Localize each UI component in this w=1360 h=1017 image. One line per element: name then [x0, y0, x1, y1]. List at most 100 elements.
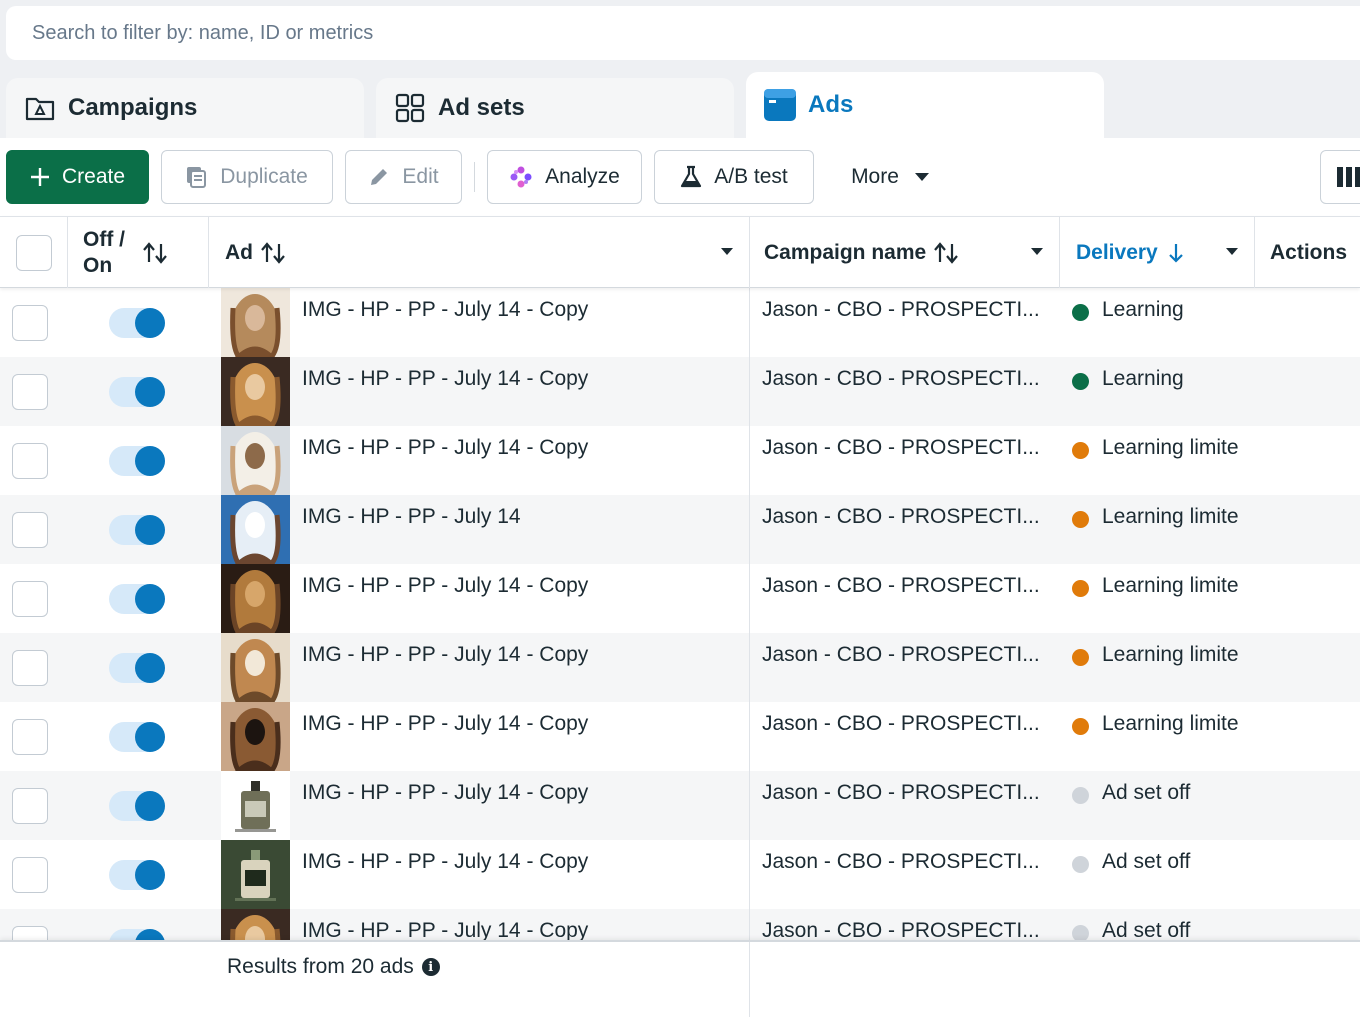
toggle-knob — [135, 860, 165, 890]
ad-name[interactable]: IMG - HP - PP - July 14 - Copy — [302, 367, 588, 391]
on-off-toggle[interactable] — [109, 722, 165, 752]
ad-name[interactable]: IMG - HP - PP - July 14 - Copy — [302, 919, 588, 940]
ad-name[interactable]: IMG - HP - PP - July 14 - Copy — [302, 298, 588, 322]
table-row[interactable]: IMG - HP - PP - July 14 - Copy Jason - C… — [0, 426, 1360, 495]
row-checkbox-cell — [12, 857, 48, 893]
ad-name[interactable]: IMG - HP - PP - July 14 - Copy — [302, 712, 588, 736]
select-all-checkbox[interactable] — [15, 234, 52, 271]
header-off-on-line2: On — [83, 253, 113, 277]
table-row[interactable]: IMG - HP - PP - July 14 Jason - CBO - PR… — [0, 495, 1360, 564]
ad-name[interactable]: IMG - HP - PP - July 14 - Copy — [302, 850, 588, 874]
plus-icon — [30, 167, 50, 187]
column-menu-caret-icon[interactable] — [1031, 248, 1043, 255]
table-row[interactable]: IMG - HP - PP - July 14 - Copy Jason - C… — [0, 909, 1360, 940]
row-checkbox[interactable] — [12, 374, 48, 410]
tab-adsets[interactable]: Ad sets — [376, 78, 734, 138]
header-delivery[interactable]: Delivery — [1060, 217, 1255, 288]
duplicate-button-label: Duplicate — [220, 165, 308, 188]
delivery-status: Learning limite — [1102, 574, 1239, 597]
create-button-label: Create — [61, 165, 126, 188]
on-off-toggle[interactable] — [109, 308, 165, 338]
tab-ads[interactable]: Ads — [746, 72, 1104, 138]
row-checkbox[interactable] — [12, 788, 48, 824]
info-icon[interactable]: i — [421, 958, 440, 976]
delivery-status-dot — [1072, 580, 1089, 597]
campaign-name[interactable]: Jason - CBO - PROSPECTI... — [762, 367, 1052, 391]
row-checkbox-cell — [12, 650, 48, 686]
sort-descending-icon — [1168, 242, 1184, 264]
delivery-status: Learning limite — [1102, 436, 1239, 459]
toggle-knob — [135, 515, 165, 545]
campaign-name[interactable]: Jason - CBO - PROSPECTI... — [762, 919, 1052, 940]
campaign-name[interactable]: Jason - CBO - PROSPECTI... — [762, 436, 1052, 460]
header-actions: Actions — [1255, 217, 1360, 288]
row-checkbox[interactable] — [12, 857, 48, 893]
on-off-toggle[interactable] — [109, 929, 165, 940]
row-checkbox[interactable] — [12, 719, 48, 755]
tab-campaigns-label: Campaigns — [68, 94, 198, 121]
more-dropdown[interactable]: More — [830, 150, 950, 204]
on-off-toggle[interactable] — [109, 860, 165, 890]
campaign-name[interactable]: Jason - CBO - PROSPECTI... — [762, 574, 1052, 598]
edit-button[interactable]: Edit — [345, 150, 462, 204]
results-label: Results from 20 ads — [227, 955, 414, 978]
toggle-knob — [135, 791, 165, 821]
delivery-status-dot — [1072, 442, 1089, 459]
sparkle-icon — [509, 165, 533, 189]
header-actions-label: Actions — [1270, 240, 1348, 264]
header-campaign-name[interactable]: Campaign name — [750, 217, 1060, 288]
on-off-toggle[interactable] — [109, 377, 165, 407]
ad-name[interactable]: IMG - HP - PP - July 14 - Copy — [302, 781, 588, 805]
ad-name[interactable]: IMG - HP - PP - July 14 — [302, 505, 521, 529]
campaign-name[interactable]: Jason - CBO - PROSPECTI... — [762, 712, 1052, 736]
tab-campaigns[interactable]: Campaigns — [6, 78, 364, 138]
row-checkbox[interactable] — [12, 581, 48, 617]
row-checkbox[interactable] — [12, 650, 48, 686]
create-button[interactable]: Create — [6, 150, 149, 204]
header-ad[interactable]: Ad — [209, 217, 750, 288]
analyze-button[interactable]: Analyze — [487, 150, 642, 204]
duplicate-button[interactable]: Duplicate — [161, 150, 333, 204]
campaign-name[interactable]: Jason - CBO - PROSPECTI... — [762, 298, 1052, 322]
on-off-toggle[interactable] — [109, 653, 165, 683]
row-checkbox[interactable] — [12, 512, 48, 548]
column-menu-caret-icon[interactable] — [721, 248, 733, 255]
on-off-toggle[interactable] — [109, 446, 165, 476]
delivery-status-dot — [1072, 925, 1089, 940]
ad-name[interactable]: IMG - HP - PP - July 14 - Copy — [302, 436, 588, 460]
delivery-status: Learning limite — [1102, 712, 1239, 735]
table-row[interactable]: IMG - HP - PP - July 14 - Copy Jason - C… — [0, 288, 1360, 357]
ad-thumbnail — [221, 288, 290, 357]
toggle-knob — [135, 446, 165, 476]
grid-icon — [394, 92, 426, 124]
campaign-name[interactable]: Jason - CBO - PROSPECTI... — [762, 781, 1052, 805]
row-checkbox[interactable] — [12, 305, 48, 341]
table-row[interactable]: IMG - HP - PP - July 14 - Copy Jason - C… — [0, 564, 1360, 633]
ad-name[interactable]: IMG - HP - PP - July 14 - Copy — [302, 574, 588, 598]
columns-button[interactable] — [1320, 150, 1360, 204]
row-checkbox[interactable] — [12, 443, 48, 479]
on-off-toggle[interactable] — [109, 791, 165, 821]
table-row[interactable]: IMG - HP - PP - July 14 - Copy Jason - C… — [0, 771, 1360, 840]
header-off-on[interactable]: Off / On — [68, 217, 209, 288]
column-menu-caret-icon[interactable] — [1226, 248, 1238, 255]
table-row[interactable]: IMG - HP - PP - July 14 - Copy Jason - C… — [0, 840, 1360, 909]
row-checkbox-cell — [12, 374, 48, 410]
on-off-toggle[interactable] — [109, 515, 165, 545]
on-off-toggle[interactable] — [109, 584, 165, 614]
search-input[interactable] — [32, 21, 1360, 45]
table-row[interactable]: IMG - HP - PP - July 14 - Copy Jason - C… — [0, 357, 1360, 426]
row-checkbox[interactable] — [12, 926, 48, 940]
table-footer: Results from 20 ads i — [0, 940, 1360, 1017]
table-row[interactable]: IMG - HP - PP - July 14 - Copy Jason - C… — [0, 702, 1360, 771]
campaign-name[interactable]: Jason - CBO - PROSPECTI... — [762, 850, 1052, 874]
delivery-status-dot — [1072, 856, 1089, 873]
ad-name[interactable]: IMG - HP - PP - July 14 - Copy — [302, 643, 588, 667]
campaign-name[interactable]: Jason - CBO - PROSPECTI... — [762, 643, 1052, 667]
table-row[interactable]: IMG - HP - PP - July 14 - Copy Jason - C… — [0, 633, 1360, 702]
header-delivery-label: Delivery — [1076, 240, 1158, 264]
delivery-status-dot — [1072, 511, 1089, 528]
campaign-name[interactable]: Jason - CBO - PROSPECTI... — [762, 505, 1052, 529]
caret-down-icon — [914, 173, 929, 181]
ab-test-button[interactable]: A/B test — [654, 150, 814, 204]
